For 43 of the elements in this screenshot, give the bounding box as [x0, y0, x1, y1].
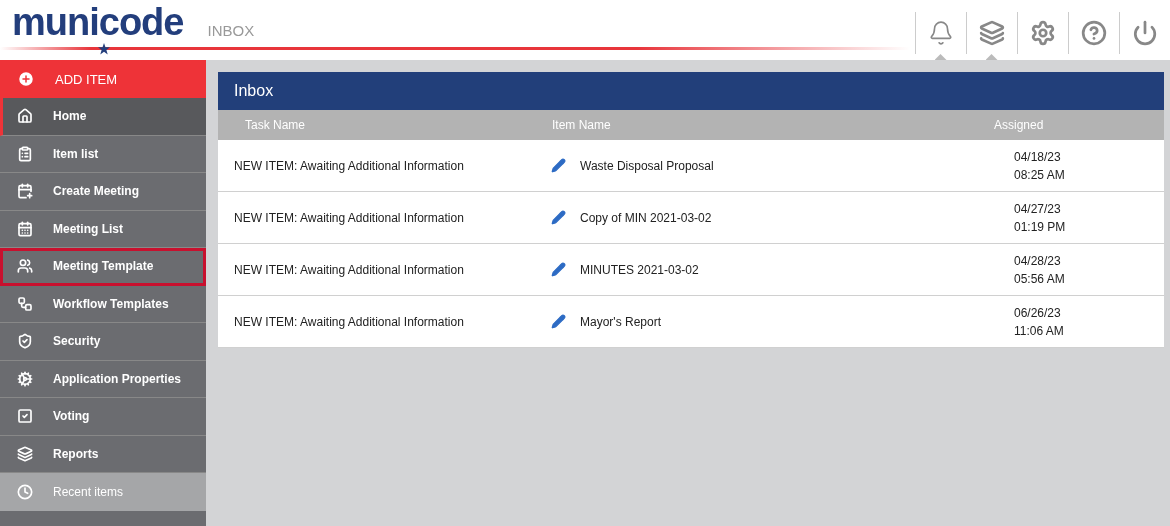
table-cell-text: NEW ITEM: Awaiting Additional Information — [233, 262, 465, 277]
table-cell-text: 04/27/23 01:19 PM — [1013, 200, 1067, 236]
pencil-icon[interactable] — [551, 158, 566, 173]
item-link[interactable]: Copy of MIN 2021-03-02 — [580, 210, 712, 225]
item-link[interactable]: Mayor's Report — [580, 314, 661, 329]
pencil-icon[interactable] — [551, 262, 566, 277]
table-cell-text: NEW ITEM: Awaiting Additional Information — [233, 210, 465, 225]
bell-icon — [928, 20, 954, 46]
power-icon — [1132, 20, 1158, 46]
check-icon — [17, 408, 33, 425]
star-icon — [98, 43, 110, 55]
clock-icon — [17, 483, 33, 500]
logo: municode — [12, 0, 184, 44]
column-header: Task Name — [244, 118, 307, 132]
sidebar-item[interactable]: Home — [0, 98, 206, 136]
layers-icon — [17, 445, 33, 462]
pencil-icon[interactable] — [551, 210, 566, 225]
column-header: Assigned — [994, 118, 1045, 132]
table-cell-text: 04/28/23 05:56 AM — [1013, 252, 1066, 288]
table-cell-text: 04/18/23 08:25 AM — [1013, 148, 1066, 184]
shield-icon — [17, 333, 33, 350]
calendar-icon — [17, 220, 33, 237]
workflow-icon — [17, 295, 33, 312]
table-cell-text: NEW ITEM: Awaiting Additional Information — [233, 314, 465, 329]
plus-icon — [17, 70, 35, 88]
add-item-button[interactable]: ADD ITEM — [0, 60, 206, 98]
users-icon — [17, 258, 33, 275]
calendar-plus-icon — [17, 183, 33, 200]
table-cell-text: NEW ITEM: Awaiting Additional Information — [233, 158, 465, 173]
layers-icon — [979, 20, 1005, 46]
pencil-icon[interactable] — [551, 314, 566, 329]
settings-icon — [1030, 20, 1056, 46]
item-link[interactable]: MINUTES 2021-03-02 — [580, 262, 699, 277]
home-icon — [17, 108, 33, 125]
sidebar-item[interactable]: Meeting Template — [0, 248, 206, 286]
help-icon — [1081, 20, 1107, 46]
page-title: INBOX — [207, 22, 255, 41]
column-header: Item Name — [551, 118, 612, 132]
item-link[interactable]: Waste Disposal Proposal — [580, 158, 714, 173]
panel-title: Inbox — [218, 72, 1164, 110]
table-cell-text: 06/26/23 11:06 AM — [1013, 304, 1065, 340]
cog-icon — [17, 370, 33, 387]
clipboard-icon — [17, 145, 33, 162]
